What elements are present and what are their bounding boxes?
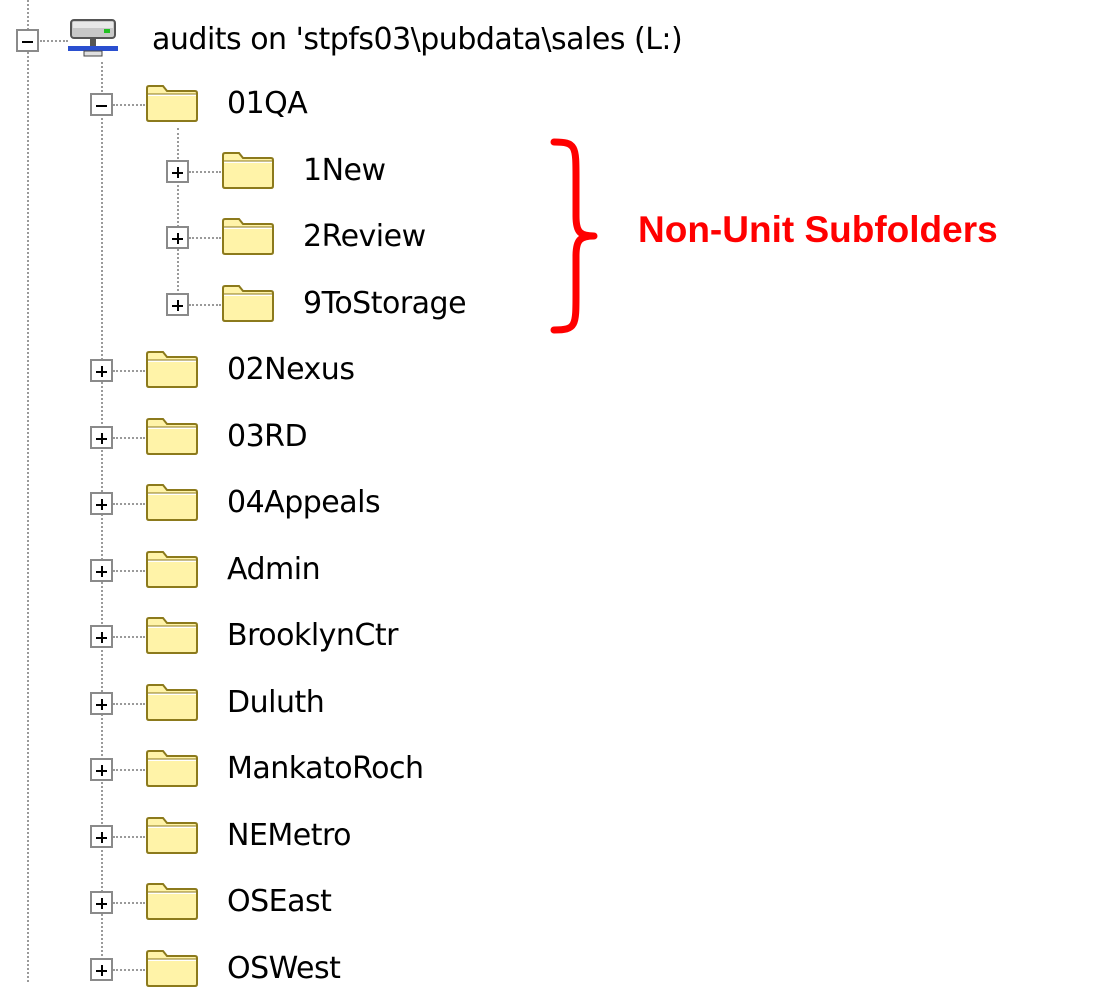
expand-toggle[interactable]	[90, 492, 113, 515]
expand-toggle[interactable]	[90, 426, 113, 449]
tree-item-label[interactable]: NEMetro	[227, 816, 352, 856]
tree-item-label[interactable]: BrooklynCtr	[227, 616, 398, 656]
tree-connector-line	[113, 902, 145, 904]
folder-icon	[146, 883, 198, 920]
non-unit-subfolders-annotation: Non-Unit Subfolders	[638, 209, 998, 250]
tree-item-label[interactable]: 01QA	[227, 84, 308, 124]
folder-icon	[146, 750, 198, 787]
tree-item-label[interactable]: 9ToStorage	[303, 284, 467, 324]
tree-root-label[interactable]: audits on 'stpfs03\pubdata\sales (L:)	[152, 20, 683, 60]
folder-tree: audits on 'stpfs03\pubdata\sales (L:) 01…	[0, 0, 1106, 987]
tree-connector-line	[189, 304, 221, 306]
expand-toggle[interactable]	[90, 958, 113, 981]
folder-icon	[146, 684, 198, 721]
tree-connector-line	[40, 40, 68, 42]
tree-item-label[interactable]: Duluth	[227, 683, 325, 723]
expand-toggle[interactable]	[166, 293, 189, 316]
tree-connector-line	[189, 237, 221, 239]
folder-icon	[146, 85, 198, 122]
expand-toggle[interactable]	[166, 160, 189, 183]
folder-icon	[146, 551, 198, 588]
expand-toggle[interactable]	[90, 359, 113, 382]
tree-item-label[interactable]: OSEast	[227, 882, 332, 922]
tree-connector-line	[113, 836, 145, 838]
tree-connector-line	[189, 171, 221, 173]
tree-item-label[interactable]: OSWest	[227, 949, 341, 989]
tree-item-label[interactable]: 02Nexus	[227, 350, 355, 390]
tree-item-label[interactable]: 04Appeals	[227, 483, 381, 523]
tree-connector-line	[113, 636, 145, 638]
tree-connector-line	[177, 128, 179, 303]
tree-connector-line	[113, 969, 145, 971]
collapse-toggle[interactable]	[90, 93, 113, 116]
expand-toggle[interactable]	[90, 891, 113, 914]
folder-icon	[146, 950, 198, 987]
tree-item-label[interactable]: 03RD	[227, 417, 308, 457]
expand-toggle[interactable]	[90, 559, 113, 582]
tree-connector-line	[113, 769, 145, 771]
tree-connector-line	[27, 0, 29, 982]
folder-icon	[222, 218, 274, 255]
tree-connector-line	[113, 104, 145, 106]
folder-icon	[146, 351, 198, 388]
expand-toggle[interactable]	[90, 758, 113, 781]
tree-item-label[interactable]: MankatoRoch	[227, 749, 424, 789]
expand-toggle[interactable]	[90, 825, 113, 848]
folder-icon	[146, 418, 198, 455]
expand-toggle[interactable]	[166, 226, 189, 249]
tree-connector-line	[113, 437, 145, 439]
folder-icon	[146, 484, 198, 521]
folder-icon	[146, 617, 198, 654]
tree-connector-line	[113, 370, 145, 372]
tree-item-label[interactable]: Admin	[227, 550, 321, 590]
curly-brace-icon	[550, 138, 598, 334]
tree-connector-line	[113, 503, 145, 505]
expand-toggle[interactable]	[90, 692, 113, 715]
tree-connector-line	[113, 570, 145, 572]
tree-connector-line	[113, 703, 145, 705]
expand-toggle[interactable]	[90, 625, 113, 648]
folder-icon	[222, 285, 274, 322]
folder-icon	[222, 152, 274, 189]
collapse-toggle[interactable]	[16, 29, 39, 52]
tree-item-label[interactable]: 2Review	[303, 217, 426, 257]
folder-icon	[146, 817, 198, 854]
network-drive-icon	[68, 19, 118, 57]
tree-item-label[interactable]: 1New	[303, 151, 386, 191]
